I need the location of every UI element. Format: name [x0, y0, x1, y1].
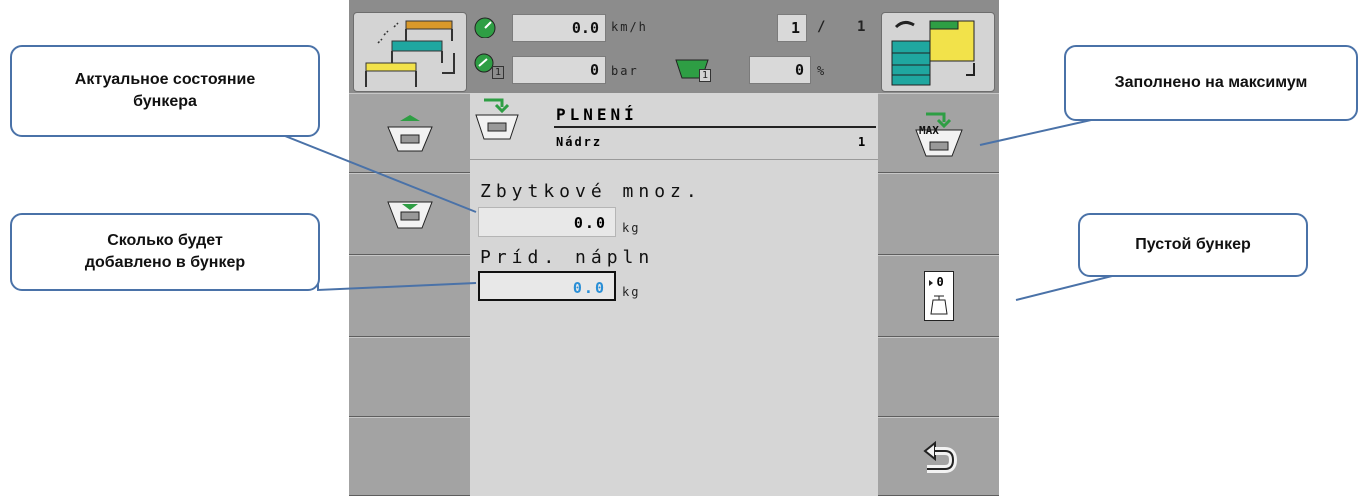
empty-tank-icon: 0: [923, 271, 954, 321]
added-label: Príd. nápln: [480, 247, 655, 268]
pressure-sub-index: 1: [492, 66, 505, 79]
callout-actual-state: Актуальное состояние бункера: [10, 45, 320, 137]
right-softkey-2[interactable]: [878, 173, 999, 255]
section-control-icon[interactable]: [353, 12, 467, 92]
increase-tank-button[interactable]: [349, 93, 470, 173]
page-total: 1: [857, 19, 868, 35]
added-value-input[interactable]: 0.0: [478, 271, 616, 301]
remaining-unit: kg: [622, 221, 641, 235]
tank-number: 1: [858, 135, 866, 149]
speed-unit: km/h: [611, 20, 648, 34]
title-underline: [554, 126, 876, 128]
decrease-tank-button[interactable]: [349, 173, 470, 255]
right-softkey-4[interactable]: [878, 337, 999, 417]
pressure-value: 0: [512, 56, 606, 84]
page-current: 1: [777, 14, 807, 42]
tank-fill-icon: [475, 98, 519, 140]
speed-value: 0.0: [512, 14, 606, 42]
tank-sub-index: 1: [699, 69, 712, 82]
remaining-label: Zbytkové mnoz.: [480, 181, 702, 202]
added-unit: kg: [622, 285, 641, 299]
speedometer-icon: [473, 16, 497, 39]
callout-to-add: Сколько будет добавлено в бункер: [10, 213, 320, 291]
empty-tank-button[interactable]: 0: [878, 255, 999, 337]
back-button[interactable]: [878, 417, 999, 496]
remaining-value: 0.0: [478, 207, 616, 237]
right-softkey-column: MAX 0: [878, 93, 999, 496]
left-softkey-4[interactable]: [349, 337, 470, 417]
page-title: PLNENÍ: [556, 105, 638, 124]
left-softkey-5[interactable]: [349, 417, 470, 496]
callout-fill-max: Заполнено на максимум: [1064, 45, 1358, 121]
callout-empty: Пустой бункер: [1078, 213, 1308, 277]
left-softkey-column: [349, 93, 470, 496]
fill-panel: PLNENÍ Nádrz 1 Zbytkové mnoz. 0.0 kg Prí…: [470, 93, 878, 496]
tank-view-icon[interactable]: [881, 12, 995, 92]
fill-percent-unit: %: [817, 64, 827, 78]
back-arrow-icon: [922, 440, 957, 473]
page-separator: /: [817, 19, 828, 35]
fill-percent-value: 0: [749, 56, 811, 84]
tank-fill-up-icon: [386, 115, 433, 152]
tank-drain-icon: [386, 201, 433, 229]
header-divider: [470, 159, 878, 160]
fill-max-button[interactable]: MAX: [878, 93, 999, 173]
max-label: MAX: [919, 124, 939, 137]
left-softkey-3[interactable]: [349, 255, 470, 337]
pressure-unit: bar: [611, 64, 639, 78]
tank-label: Nádrz: [556, 135, 603, 149]
